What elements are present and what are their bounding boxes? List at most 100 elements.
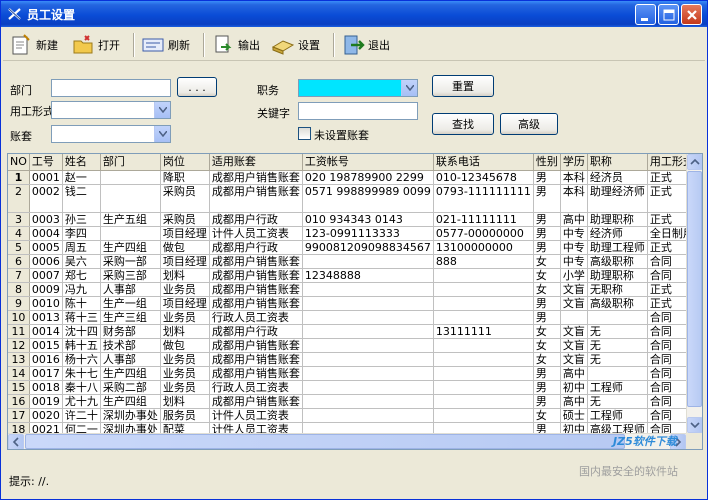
table-cell[interactable]: 生产四组 [100,240,161,255]
table-cell[interactable]: 文盲 [560,324,588,339]
table-cell[interactable]: 0017 [29,366,63,381]
table-cell[interactable]: 无 [587,324,648,339]
table-cell[interactable]: 成都用户行政 [209,212,303,227]
table-cell[interactable]: 划料 [160,394,210,409]
horizontal-scrollbar[interactable] [8,433,686,449]
table-row[interactable]: 110014沈十四财务部划料成都用户行政13111111女文盲无合同19 [8,324,702,339]
table-row[interactable]: 120015韩十五技术部做包成都用户销售账套女文盲无合同20 [8,338,702,353]
scroll-up-button[interactable] [687,154,702,170]
table-cell[interactable]: 本科 [560,170,588,185]
table-cell[interactable]: 业务员 [160,282,210,297]
table-cell[interactable] [302,408,434,423]
table-cell[interactable]: 业务员 [160,366,210,381]
column-header[interactable]: 工号 [29,154,63,171]
table-cell[interactable]: 生产三组 [100,310,161,325]
table-cell[interactable] [100,170,161,185]
table-cell[interactable]: 0006 [29,254,63,269]
table-cell[interactable]: 0018 [29,380,63,395]
vertical-scrollbar[interactable] [686,154,702,434]
export-button[interactable]: 输出 [211,32,260,58]
table-cell[interactable]: 13100000000 [433,240,534,255]
table-cell[interactable]: 12348888 [302,268,434,283]
table-cell[interactable]: 0793-111111111 [433,184,534,213]
search-button[interactable]: 查找 [432,113,494,135]
keyword-input[interactable] [298,102,418,120]
table-cell[interactable]: 0005 [29,240,63,255]
settings-button[interactable]: 设置 [271,32,320,58]
title-bar[interactable]: 员工设置 [1,1,707,27]
table-cell[interactable]: 计件人员工资表 [209,226,303,241]
table-cell[interactable]: 初中 [560,380,588,395]
table-cell[interactable]: 男 [533,226,561,241]
table-cell[interactable]: 成都用户销售账套 [209,352,303,367]
reset-button[interactable]: 重置 [432,75,494,97]
table-cell[interactable]: 男 [533,366,561,381]
table-cell[interactable]: 采购员 [160,212,210,227]
department-input[interactable] [51,79,171,97]
table-cell[interactable]: 成都用户销售账套 [209,338,303,353]
column-header[interactable]: 工资帐号 [302,154,434,171]
maximize-button[interactable] [658,4,679,25]
table-cell[interactable] [433,380,534,395]
table-cell[interactable]: 采购三部 [100,268,161,283]
table-cell[interactable]: 男 [533,170,561,185]
table-row[interactable]: 2 0002 钱二 采购员 成都用户销售账套 0571 998899989 0099 079… [8,184,702,213]
table-cell[interactable] [587,366,648,381]
table-cell[interactable]: 李四 [62,226,101,241]
employee-table[interactable]: NO工号姓名部门岗位适用账套工资帐号联系电话性别学历职称用工形式入 10001赵… [7,153,703,450]
new-button[interactable]: 新建 [9,32,58,58]
table-row[interactable]: 160019尤十九生产四组划料成都用户销售账套男高中无合同20 [8,394,702,409]
table-cell[interactable]: 010 934343 0143 [302,212,434,227]
table-cell[interactable]: 0003 [29,212,63,227]
table-cell[interactable]: 工程师 [587,380,648,395]
column-header[interactable]: 姓名 [62,154,101,171]
table-cell[interactable] [433,296,534,311]
table-cell[interactable]: 划料 [160,268,210,283]
vertical-scroll-thumb[interactable] [687,171,702,407]
table-cell[interactable]: 生产四组 [100,394,161,409]
table-cell[interactable]: 成都用户行政 [209,324,303,339]
table-cell[interactable]: 助理工程师 [587,240,648,255]
table-cell[interactable] [433,310,534,325]
table-cell[interactable]: 成都用户销售账套 [209,170,303,185]
table-row[interactable]: 1 0001 赵一 降职 成都用户销售账套 020 198789900 2299 010-1… [8,170,702,185]
table-cell[interactable]: 助理职称 [587,212,648,227]
table-cell[interactable] [433,352,534,367]
column-header[interactable]: 学历 [560,154,588,171]
table-cell[interactable] [560,310,588,325]
table-cell[interactable]: 0016 [29,352,63,367]
table-cell[interactable] [302,380,434,395]
table-cell[interactable]: 陈十 [62,296,101,311]
table-cell[interactable]: 秦十八 [62,380,101,395]
table-cell[interactable]: 0007 [29,268,63,283]
table-cell[interactable]: 成都用户销售账套 [209,184,303,213]
table-cell[interactable] [302,310,434,325]
table-cell[interactable] [433,394,534,409]
table-cell[interactable] [433,338,534,353]
advanced-button[interactable]: 高级 [500,113,558,135]
table-row[interactable]: 10 0013 蒋十三 生产三组 业务员 行政人员工资表男合同 [8,310,702,325]
table-cell[interactable]: 业务员 [160,310,210,325]
table-cell[interactable]: 冯九 [62,282,101,297]
chevron-down-icon[interactable] [401,80,417,96]
table-cell[interactable]: 人事部 [100,282,161,297]
table-cell[interactable]: 人事部 [100,352,161,367]
position-select[interactable] [298,79,418,97]
table-cell[interactable]: 高中 [560,212,588,227]
table-cell[interactable]: 生产五组 [100,212,161,227]
table-cell[interactable]: 赵一 [62,170,101,185]
table-cell[interactable]: 男 [533,240,561,255]
table-cell[interactable]: 生产四组 [100,366,161,381]
table-cell[interactable]: 女 [533,338,561,353]
table-cell[interactable]: 男 [533,310,561,325]
table-cell[interactable]: 业务员 [160,352,210,367]
table-cell[interactable]: 无 [587,352,648,367]
table-cell[interactable]: 高中 [560,394,588,409]
column-header[interactable]: 职称 [587,154,648,171]
table-cell[interactable]: 男 [533,212,561,227]
table-cell[interactable]: 0010 [29,296,63,311]
unset-account-checkbox[interactable] [298,127,311,140]
table-cell[interactable]: 女 [533,282,561,297]
table-cell[interactable] [302,338,434,353]
table-cell[interactable]: 成都用户销售账套 [209,394,303,409]
